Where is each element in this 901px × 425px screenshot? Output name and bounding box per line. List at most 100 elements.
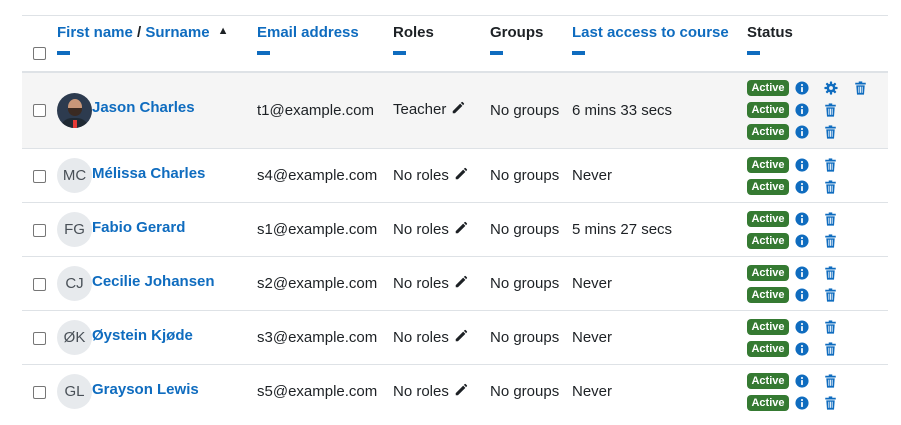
enrolment-status-line: Active (747, 231, 888, 250)
info-icon[interactable] (795, 211, 809, 226)
select-all-cell (22, 16, 57, 72)
info-icon[interactable] (795, 396, 809, 410)
email-cell: t1@example.com (257, 101, 374, 119)
info-icon[interactable] (795, 374, 809, 388)
trash-icon[interactable] (823, 179, 837, 194)
email-cell: s4@example.com (257, 167, 378, 184)
groups-header-label: Groups (490, 24, 544, 41)
avatar[interactable]: CJ (57, 266, 92, 301)
status-cell: Active Active (747, 365, 888, 419)
enrolment-status-line: Active (747, 209, 888, 228)
last-access-cell: Never (572, 167, 613, 184)
user-name-link[interactable]: Jason Charles (92, 93, 195, 116)
info-icon[interactable] (795, 157, 809, 172)
select-user-checkbox[interactable] (33, 223, 46, 237)
roles-column-header: Roles (393, 16, 490, 72)
status-badge: Active (747, 210, 789, 227)
status-badge: Active (747, 102, 789, 119)
gear-icon[interactable] (824, 81, 838, 95)
enrolment-status-line: Active (747, 317, 888, 336)
user-name-link[interactable]: Mélissa Charles (92, 158, 205, 182)
roles-cell: Teacher (393, 72, 490, 149)
edit-roles-pencil-icon[interactable] (454, 221, 468, 239)
info-icon[interactable] (795, 103, 809, 117)
name-cell: GL Grayson Lewis (57, 365, 257, 419)
select-all-checkbox[interactable] (33, 47, 46, 60)
select-user-checkbox[interactable] (33, 385, 46, 399)
enrolment-status-line: Active (747, 155, 888, 174)
info-icon[interactable] (795, 341, 809, 356)
trash-icon[interactable] (823, 103, 837, 117)
user-name-link[interactable]: Fabio Gerard (92, 212, 185, 236)
hide-column-last-access-icon[interactable] (572, 51, 585, 55)
hide-column-status-icon[interactable] (747, 51, 760, 55)
sort-surname-link[interactable]: Surname (145, 24, 209, 41)
info-icon[interactable] (795, 179, 809, 194)
table-row: FG Fabio Gerard s1@example.com No roles N… (22, 202, 888, 257)
roles-cell: No roles (393, 203, 490, 257)
avatar[interactable]: ØK (57, 320, 92, 355)
status-cell: Active Active (747, 257, 888, 311)
select-user-checkbox[interactable] (33, 277, 46, 291)
status-badge: Active (747, 264, 789, 281)
avatar[interactable] (57, 92, 92, 128)
trash-icon[interactable] (823, 319, 837, 334)
user-name-link[interactable]: Øystein Kjøde (92, 320, 193, 344)
info-icon[interactable] (795, 233, 809, 248)
enrolment-status-line: Active (747, 79, 888, 98)
sort-last-access-link[interactable]: Last access to course (572, 24, 729, 41)
edit-roles-pencil-icon[interactable] (454, 329, 468, 347)
name-cell: MC Mélissa Charles (57, 149, 257, 203)
hide-column-roles-icon[interactable] (393, 51, 406, 55)
trash-icon[interactable] (823, 157, 837, 172)
info-icon[interactable] (795, 81, 809, 95)
trash-icon[interactable] (823, 233, 837, 248)
edit-roles-pencil-icon[interactable] (454, 275, 468, 293)
groups-cell: No groups (490, 221, 560, 238)
trash-icon[interactable] (823, 374, 837, 388)
sort-email-link[interactable]: Email address (257, 24, 359, 41)
edit-roles-pencil-icon[interactable] (454, 167, 468, 185)
trash-icon[interactable] (823, 265, 837, 280)
groups-cell: No groups (490, 329, 560, 346)
email-cell: s2@example.com (257, 275, 378, 292)
enrolment-status-line: Active (747, 101, 888, 120)
user-name-link[interactable]: Grayson Lewis (92, 374, 199, 398)
trash-icon[interactable] (823, 211, 837, 226)
hide-column-name-icon[interactable] (57, 51, 70, 55)
info-icon[interactable] (795, 319, 809, 334)
trash-icon[interactable] (823, 287, 837, 302)
status-cell: Active Active (747, 311, 888, 365)
last-access-cell: 6 mins 33 secs (572, 101, 673, 119)
select-user-checkbox[interactable] (33, 331, 46, 345)
hide-column-groups-icon[interactable] (490, 51, 503, 55)
last-access-cell: Never (572, 383, 613, 401)
sort-first-name-link[interactable]: First name (57, 24, 133, 41)
select-cell (22, 257, 57, 311)
trash-icon[interactable] (823, 341, 837, 356)
email-cell: s1@example.com (257, 221, 378, 238)
avatar[interactable]: GL (57, 374, 92, 410)
edit-roles-pencil-icon[interactable] (454, 383, 468, 401)
name-cell: FG Fabio Gerard (57, 203, 257, 257)
trash-icon[interactable] (853, 81, 867, 95)
select-user-checkbox[interactable] (33, 104, 46, 118)
trash-icon[interactable] (823, 396, 837, 410)
table-row: Jason Charles t1@example.com Teacher No … (22, 71, 888, 149)
user-name-link[interactable]: Cecilie Johansen (92, 266, 215, 290)
edit-roles-pencil-icon[interactable] (451, 101, 465, 119)
role-label: No roles (393, 274, 449, 292)
last-access-cell: 5 mins 27 secs (572, 221, 673, 238)
info-icon[interactable] (795, 265, 809, 280)
info-icon[interactable] (795, 125, 809, 139)
hide-column-email-icon[interactable] (257, 51, 270, 55)
status-badge: Active (747, 394, 789, 411)
email-cell: s3@example.com (257, 329, 378, 346)
participants-table: First name / Surname ▲ Email address Role… (22, 15, 888, 419)
trash-icon[interactable] (823, 125, 837, 139)
avatar[interactable]: FG (57, 212, 92, 247)
avatar[interactable]: MC (57, 158, 92, 193)
select-user-checkbox[interactable] (33, 169, 46, 183)
info-icon[interactable] (795, 287, 809, 302)
last-access-cell: Never (572, 275, 613, 292)
